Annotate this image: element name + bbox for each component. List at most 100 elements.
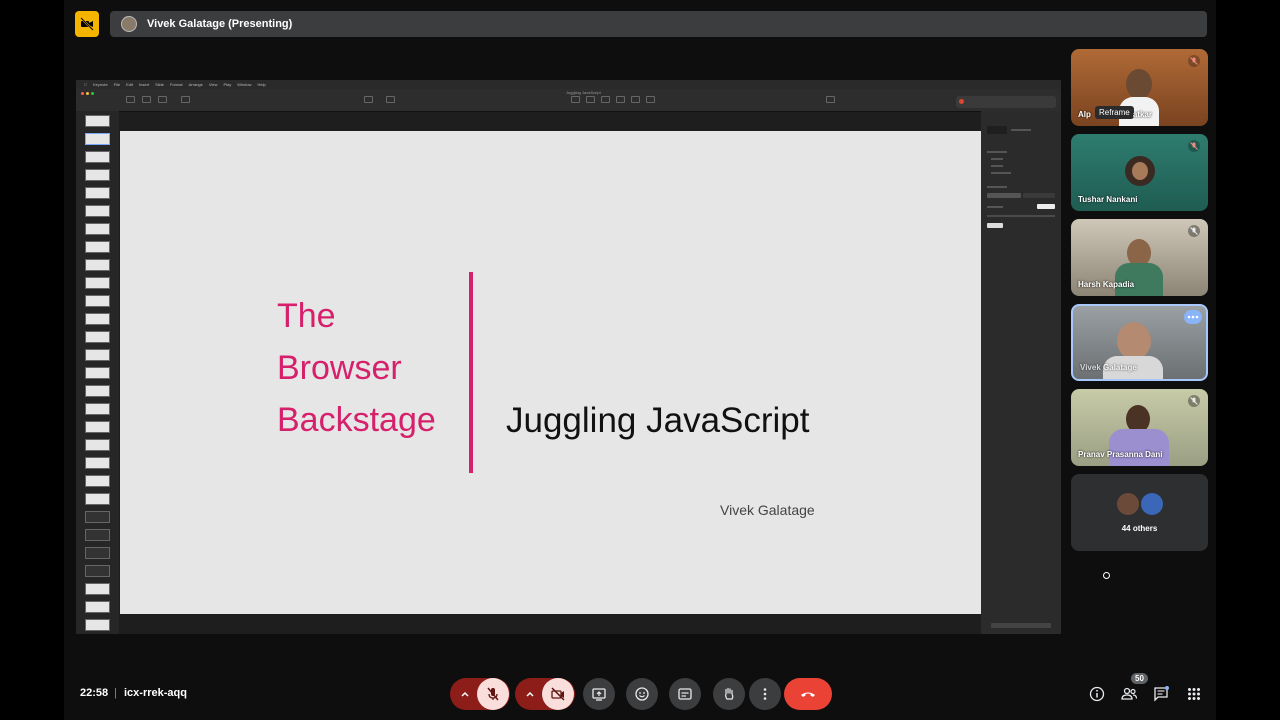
participant-tile[interactable]: Reframe Alp atkar (1071, 49, 1208, 126)
slide-thumbnail (85, 187, 110, 199)
participant-video (1126, 69, 1152, 99)
inspector-text (987, 151, 1007, 153)
notification-banner (956, 96, 1056, 108)
mac-menu-bar:  Keynote File Edit Insert Slide Format … (76, 80, 1061, 89)
more-options-button[interactable] (749, 678, 781, 710)
slide-thumbnail (85, 133, 110, 145)
keynote-toolbar: Juggling JavaScript (76, 89, 1061, 112)
slide-thumbnail (85, 367, 110, 379)
menu-item: Arrange (185, 82, 203, 87)
participant-video (1132, 162, 1148, 180)
slide-thumbnail (85, 421, 110, 433)
slide-author: Vivek Galatage (720, 502, 815, 518)
inspector-segment (987, 193, 1021, 198)
captions-button[interactable] (669, 678, 701, 710)
participant-tile[interactable]: Harsh Kapadia (1071, 219, 1208, 296)
inspector-swatch (987, 223, 1003, 228)
meeting-time: 22:58 (80, 687, 109, 699)
slide-thumbnail (85, 223, 110, 235)
slide-thumbnail (85, 205, 110, 217)
slide-thumbnail (85, 403, 110, 415)
chevron-up-icon[interactable] (525, 689, 535, 699)
slide-thumbnail (85, 583, 110, 595)
toolbar-button (826, 96, 835, 103)
participant-video (1109, 429, 1169, 466)
menu-item: Edit (123, 82, 133, 87)
apps-icon (1188, 688, 1200, 700)
toolbar-button (646, 96, 655, 103)
canvas-area (120, 614, 981, 634)
emoji-button[interactable] (626, 678, 658, 710)
toolbar-button (586, 96, 595, 103)
slide-thumbnail (85, 385, 110, 397)
info-icon (1089, 686, 1105, 702)
presenter-bar: Vivek Galatage (Presenting) (110, 11, 1207, 37)
menu-item: View (205, 82, 218, 87)
participant-tile-active[interactable]: Vivek Galatage (1071, 304, 1208, 381)
slide-thumbnail (85, 619, 110, 631)
window-controls (81, 92, 94, 95)
chevron-up-icon[interactable] (460, 689, 470, 699)
people-button[interactable] (1119, 684, 1139, 704)
slide-thumbnail (85, 295, 110, 307)
format-inspector (981, 111, 1061, 634)
slide-thumbnail (85, 475, 110, 487)
toolbar-button (181, 96, 190, 103)
slide-thumbnail (85, 601, 110, 613)
slide-thumbnail (85, 493, 110, 505)
menu-item: Keynote (90, 82, 108, 87)
inspector-segment (1023, 193, 1055, 198)
toolbar-button (571, 96, 580, 103)
inspector-color-well (1037, 204, 1055, 209)
menu-item: File (110, 82, 120, 87)
end-call-button[interactable] (784, 678, 832, 710)
emoji-icon (635, 687, 649, 701)
slide-thumbnail (85, 547, 110, 559)
slide-thumbnail (85, 259, 110, 271)
camera-button[interactable] (542, 678, 574, 710)
slide-thumbnail (85, 331, 110, 343)
captions-icon (678, 688, 692, 700)
slide-title: Juggling JavaScript (506, 401, 810, 440)
mic-off-icon (1188, 55, 1200, 67)
slide-thumbnail (85, 349, 110, 361)
activities-button[interactable] (1184, 684, 1204, 704)
mic-button[interactable] (477, 678, 509, 710)
avatar (1117, 493, 1139, 515)
participant-name: Alp atkar (1078, 110, 1153, 119)
slide-navigator (76, 111, 119, 634)
more-vert-icon (763, 688, 767, 700)
slide-thumbnail (85, 313, 110, 325)
more-horiz-icon[interactable] (1184, 310, 1202, 324)
slide-thumbnail (85, 169, 110, 181)
meeting-info-button[interactable] (1087, 684, 1107, 704)
menu-item: Window (234, 82, 251, 87)
present-button[interactable] (583, 678, 615, 710)
menu-item: Insert (136, 82, 149, 87)
chat-button[interactable] (1151, 684, 1171, 704)
raise-hand-button[interactable] (713, 678, 745, 710)
menu-item: Format (166, 82, 183, 87)
participant-count-badge: 50 (1131, 673, 1148, 684)
chat-icon (1154, 686, 1169, 702)
participant-tile[interactable]: Pranav Prasanna Dani (1071, 389, 1208, 466)
mic-off-icon (1188, 225, 1200, 237)
people-icon (1121, 687, 1138, 700)
participant-name: Harsh Kapadia (1078, 280, 1135, 289)
slide-thumbnail (85, 439, 110, 451)
document-title: Juggling JavaScript (566, 90, 601, 95)
slide-thumbnail (85, 529, 110, 541)
others-tile[interactable]: 44 others (1071, 474, 1208, 551)
shared-screen:  Keynote File Edit Insert Slide Format … (76, 80, 1061, 634)
mouse-cursor (1103, 572, 1110, 579)
slide-thumbnail (85, 241, 110, 253)
end-call-icon (801, 692, 815, 697)
toolbar-button (142, 96, 151, 103)
participant-tile[interactable]: Tushar Nankani (1071, 134, 1208, 211)
slide-thumbnail (85, 511, 110, 523)
separator: | (114, 687, 117, 699)
toolbar-button (631, 96, 640, 103)
avatar (1141, 493, 1163, 515)
slide-subtitle-block: The Browser Backstage (277, 290, 436, 446)
mic-off-icon (487, 687, 499, 701)
